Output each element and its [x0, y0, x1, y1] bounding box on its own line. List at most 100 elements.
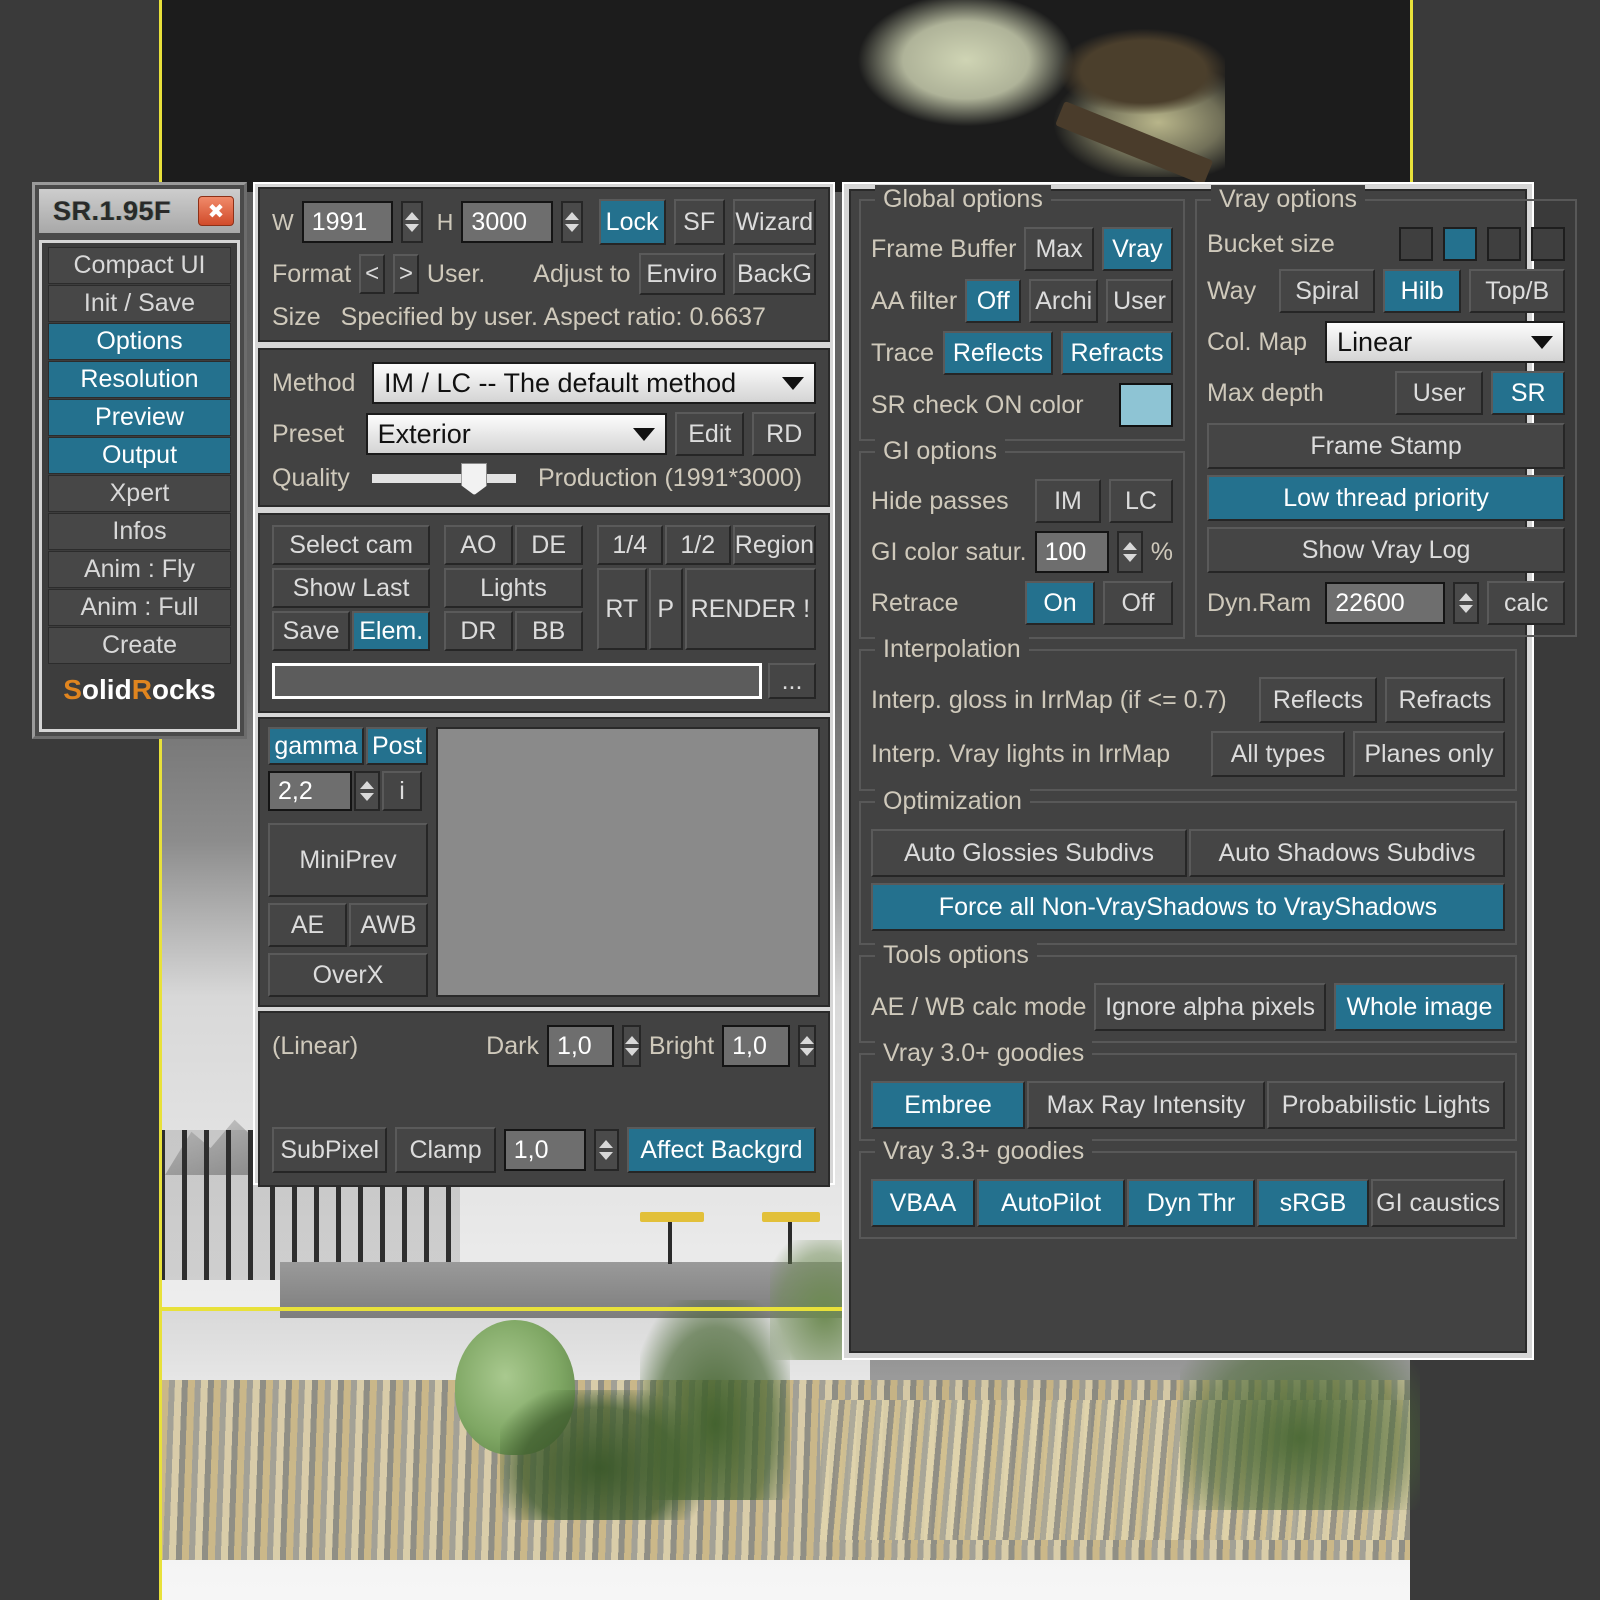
format-prev-button[interactable]: <	[359, 254, 385, 294]
rd-button[interactable]: RD	[752, 412, 816, 456]
interp-lights-all-types-button[interactable]: All types	[1211, 731, 1345, 777]
gi-caustics-button[interactable]: GI caustics	[1371, 1179, 1505, 1227]
srgb-button[interactable]: sRGB	[1257, 1179, 1369, 1227]
force-vrayshadows-button[interactable]: Force all Non-VrayShadows to VrayShadows	[871, 883, 1505, 931]
render-button[interactable]: RENDER !	[685, 568, 816, 650]
bb-button[interactable]: BB	[515, 611, 583, 651]
aa-filter-off-button[interactable]: Off	[965, 279, 1021, 323]
elements-button[interactable]: Elem.	[352, 611, 430, 651]
browse-path-button[interactable]: ...	[768, 663, 816, 699]
show-vray-log-button[interactable]: Show Vray Log	[1207, 527, 1565, 573]
rt-button[interactable]: RT	[597, 568, 647, 650]
gi-color-satur-stepper[interactable]	[1117, 531, 1142, 573]
sidebar-item-create[interactable]: Create	[48, 627, 231, 664]
auto-glossies-subdivs-button[interactable]: Auto Glossies Subdivs	[871, 829, 1187, 877]
dyn-ram-stepper[interactable]	[1453, 582, 1479, 624]
gamma-toggle-button[interactable]: gamma	[268, 727, 364, 765]
vbaa-button[interactable]: VBAA	[871, 1179, 975, 1227]
dyn-ram-input[interactable]: 22600	[1325, 582, 1445, 624]
wizard-button[interactable]: Wizard	[733, 199, 816, 245]
sidebar-item-anim-fly[interactable]: Anim : Fly	[48, 551, 231, 588]
gamma-value-input[interactable]: 2,2	[268, 771, 352, 811]
autopilot-button[interactable]: AutoPilot	[977, 1179, 1125, 1227]
lock-button[interactable]: Lock	[599, 199, 666, 245]
sr-check-color-swatch[interactable]	[1119, 383, 1173, 427]
clamp-input[interactable]: 1,0	[504, 1129, 586, 1171]
method-select[interactable]: IM / LC -- The default method	[372, 362, 816, 404]
interp-gloss-refracts-button[interactable]: Refracts	[1385, 677, 1505, 723]
sidebar-item-anim-full[interactable]: Anim : Full	[48, 589, 231, 626]
retrace-on-button[interactable]: On	[1025, 581, 1095, 625]
output-path-input[interactable]	[272, 663, 762, 699]
bucket-size-checkbox-3[interactable]	[1487, 227, 1521, 261]
backg-button[interactable]: BackG	[733, 253, 816, 295]
height-input[interactable]: 3000	[461, 201, 552, 243]
format-next-button[interactable]: >	[393, 254, 419, 294]
subpixel-button[interactable]: SubPixel	[272, 1127, 387, 1173]
dr-button[interactable]: DR	[444, 611, 512, 651]
edit-preset-button[interactable]: Edit	[675, 412, 744, 456]
bright-stepper[interactable]	[798, 1025, 816, 1067]
miniprev-button[interactable]: MiniPrev	[268, 823, 428, 897]
sidebar-item-options[interactable]: Options	[48, 323, 231, 360]
sidebar-item-preview[interactable]: Preview	[48, 399, 231, 436]
height-stepper[interactable]	[561, 201, 583, 243]
dyn-ram-calc-button[interactable]: calc	[1487, 581, 1565, 625]
launcher-titlebar[interactable]: SR.1.95F ✖	[39, 189, 240, 233]
max-depth-user-button[interactable]: User	[1395, 371, 1483, 415]
post-toggle-button[interactable]: Post	[366, 727, 428, 765]
quality-slider-thumb[interactable]	[461, 463, 487, 495]
close-icon[interactable]: ✖	[198, 196, 234, 226]
bucket-size-checkbox-1[interactable]	[1399, 227, 1433, 261]
width-input[interactable]: 1991	[302, 201, 393, 243]
dark-input[interactable]: 1,0	[547, 1025, 614, 1067]
max-depth-sr-button[interactable]: SR	[1491, 371, 1565, 415]
hide-passes-lc-button[interactable]: LC	[1109, 479, 1173, 523]
ao-button[interactable]: AO	[444, 525, 512, 565]
interp-lights-planes-only-button[interactable]: Planes only	[1353, 731, 1505, 777]
gi-color-satur-input[interactable]: 100	[1035, 531, 1110, 573]
p-button[interactable]: P	[649, 568, 683, 650]
embree-button[interactable]: Embree	[871, 1081, 1025, 1129]
trace-refracts-button[interactable]: Refracts	[1061, 331, 1173, 375]
affect-background-button[interactable]: Affect Backgrd	[627, 1127, 816, 1173]
trace-reflects-button[interactable]: Reflects	[943, 331, 1053, 375]
ae-button[interactable]: AE	[268, 903, 347, 947]
preview-pane[interactable]	[436, 727, 820, 997]
half-res-button[interactable]: 1/2	[665, 525, 731, 565]
interp-gloss-reflects-button[interactable]: Reflects	[1259, 677, 1377, 723]
de-button[interactable]: DE	[515, 525, 583, 565]
dark-stepper[interactable]	[622, 1025, 640, 1067]
hide-passes-im-button[interactable]: IM	[1035, 479, 1101, 523]
sidebar-item-xpert[interactable]: Xpert	[48, 475, 231, 512]
low-thread-priority-button[interactable]: Low thread priority	[1207, 475, 1565, 521]
max-ray-intensity-button[interactable]: Max Ray Intensity	[1027, 1081, 1265, 1129]
frame-buffer-max-button[interactable]: Max	[1024, 227, 1093, 271]
clamp-stepper[interactable]	[594, 1129, 619, 1171]
lights-button[interactable]: Lights	[444, 568, 582, 608]
show-last-button[interactable]: Show Last	[272, 568, 430, 608]
overx-button[interactable]: OverX	[268, 953, 428, 997]
gamma-stepper[interactable]	[354, 771, 380, 811]
clamp-button[interactable]: Clamp	[395, 1127, 495, 1173]
probabilistic-lights-button[interactable]: Probabilistic Lights	[1267, 1081, 1505, 1129]
enviro-button[interactable]: Enviro	[639, 253, 725, 295]
color-map-select[interactable]: Linear	[1325, 321, 1565, 363]
retrace-off-button[interactable]: Off	[1103, 581, 1173, 625]
sidebar-item-resolution[interactable]: Resolution	[48, 361, 231, 398]
quarter-res-button[interactable]: 1/4	[597, 525, 663, 565]
sidebar-item-output[interactable]: Output	[48, 437, 231, 474]
bright-input[interactable]: 1,0	[722, 1025, 789, 1067]
way-hilbert-button[interactable]: Hilb	[1383, 269, 1461, 313]
save-button[interactable]: Save	[272, 611, 350, 651]
width-stepper[interactable]	[401, 201, 423, 243]
bucket-size-checkbox-4[interactable]	[1531, 227, 1565, 261]
awb-button[interactable]: AWB	[349, 903, 428, 947]
gamma-info-button[interactable]: i	[382, 771, 422, 811]
dyn-thr-button[interactable]: Dyn Thr	[1127, 1179, 1255, 1227]
region-button[interactable]: Region	[733, 525, 816, 565]
whole-image-button[interactable]: Whole image	[1334, 983, 1505, 1031]
quality-slider[interactable]	[372, 474, 516, 483]
sidebar-item-compact-ui[interactable]: Compact UI	[48, 247, 231, 284]
preset-select[interactable]: Exterior	[366, 413, 668, 455]
